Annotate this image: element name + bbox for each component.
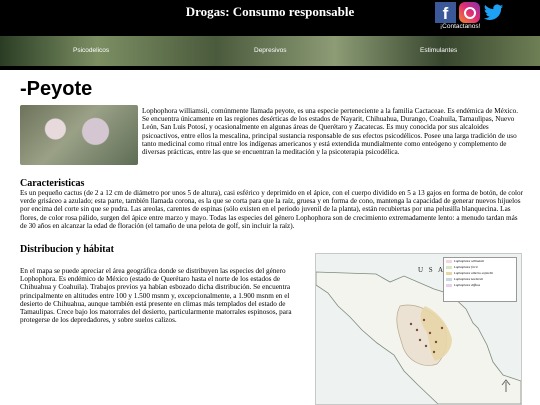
legend-item: Lophophora fricii <box>454 265 478 269</box>
legend-item: Lophophora diffusa <box>454 283 481 287</box>
distribution-map: U S A Lophophora williamsii Lophophora f… <box>315 253 522 405</box>
legend-item: Lophophora koehresii <box>454 277 484 281</box>
caracteristicas-paragraph: Es un pequeño cactus (de 2 a 12 cm de di… <box>20 189 523 230</box>
intro-paragraph: Lophophora williamsii, comúnmente llamad… <box>142 107 518 157</box>
map-country-label: U S A <box>418 266 446 274</box>
legend-item: Lophophora williamsii <box>454 259 485 263</box>
section-heading-caracteristicas: Caracteristicas <box>20 178 85 189</box>
distribucion-paragraph: En el mapa se puede apreciar el área geo… <box>20 267 292 325</box>
contact-link[interactable]: ¡Contactanos! <box>440 23 520 30</box>
instagram-icon[interactable] <box>459 2 480 23</box>
section-heading-distribucion: Distribucion y hábitat <box>20 244 114 255</box>
facebook-icon[interactable]: f <box>435 2 456 23</box>
peyote-image <box>20 105 138 165</box>
main-nav: Psicodelicos Depresivos Estimulantes <box>0 36 540 66</box>
page-title: -Peyote <box>20 78 93 100</box>
nav-item-psicodelicos[interactable]: Psicodelicos <box>73 47 109 54</box>
twitter-icon[interactable] <box>483 2 504 23</box>
nav-item-depresivos[interactable]: Depresivos <box>254 47 287 54</box>
social-icons: f <box>435 2 505 24</box>
legend-item: Lophophora alberto-vojtechii <box>454 271 494 275</box>
nav-item-estimulantes[interactable]: Estimulantes <box>420 47 457 54</box>
map-legend: Lophophora williamsii Lophophora fricii … <box>443 257 517 302</box>
